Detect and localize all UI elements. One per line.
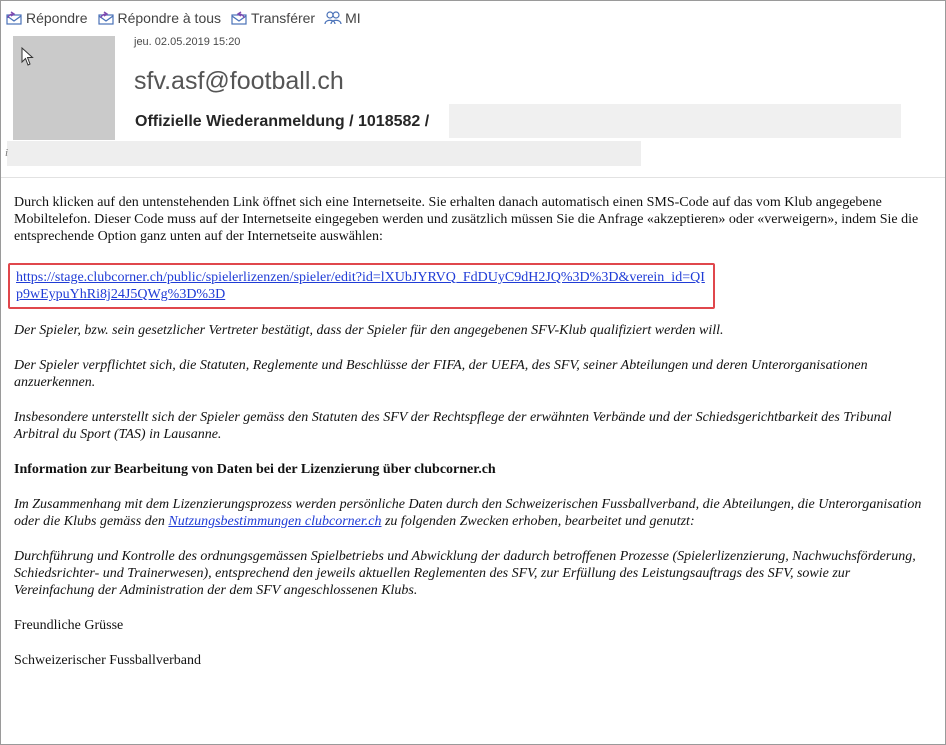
statutes-paragraph: Der Spieler verpflichtet sich, die Statu… [14, 358, 868, 390]
sender-avatar [13, 36, 115, 140]
message-date: jeu. 02.05.2019 15:20 [134, 36, 241, 48]
clubcorner-link[interactable]: https://stage.clubcorner.ch/public/spiel… [16, 269, 708, 303]
forward-icon [231, 11, 247, 25]
jurisdiction-paragraph: Insbesondere unterstellt sich der Spiele… [14, 410, 892, 442]
intro-paragraph: Durch klicken auf den untenstehenden Lin… [14, 195, 919, 244]
forward-label: Transférer [251, 10, 316, 26]
stray-mark: i [5, 147, 9, 159]
reply-icon [6, 11, 22, 25]
purpose-paragraph: Durchführung und Kontrolle des ordnungsg… [14, 549, 916, 598]
message-body: Durch klicken auf den untenstehenden Lin… [8, 194, 934, 687]
info-heading: Information zur Bearbeitung von Daten be… [14, 462, 496, 477]
reply-all-button[interactable]: Répondre à tous [97, 10, 222, 26]
reply-label: Répondre [26, 10, 88, 26]
reply-button[interactable]: Répondre [5, 10, 88, 26]
im-label: MI [345, 10, 361, 26]
signature: Schweizerischer Fussballverband [14, 653, 201, 668]
terms-of-use-link[interactable]: Nutzungsbestimmungen clubcorner.ch [168, 514, 381, 529]
mouse-cursor-icon [21, 47, 34, 66]
forward-button[interactable]: Transférer [230, 10, 315, 26]
reply-all-icon [97, 11, 114, 25]
email-reading-pane: Répondre Répondre à tous Transférer MI j… [0, 0, 946, 745]
redaction-block [449, 104, 901, 138]
message-toolbar: Répondre Répondre à tous Transférer MI [5, 7, 370, 29]
qualify-paragraph: Der Spieler, bzw. sein gesetzlicher Vert… [14, 323, 724, 338]
greeting: Freundliche Grüsse [14, 618, 124, 633]
highlighted-link-box: https://stage.clubcorner.ch/public/spiel… [8, 263, 715, 309]
sender-address[interactable]: sfv.asf@football.ch [134, 67, 344, 96]
data-processing-paragraph: Im Zusammenhang mit dem Lizenzierungspro… [14, 496, 934, 530]
reply-all-label: Répondre à tous [117, 10, 222, 26]
data-text-after: zu folgenden Zwecken erhoben, bearbeitet… [381, 514, 695, 529]
message-subject: Offizielle Wiederanmeldung / 1018582 / [135, 113, 430, 130]
im-icon [324, 11, 342, 25]
header-divider [1, 177, 945, 178]
im-button[interactable]: MI [324, 10, 361, 26]
redaction-block [7, 141, 641, 166]
